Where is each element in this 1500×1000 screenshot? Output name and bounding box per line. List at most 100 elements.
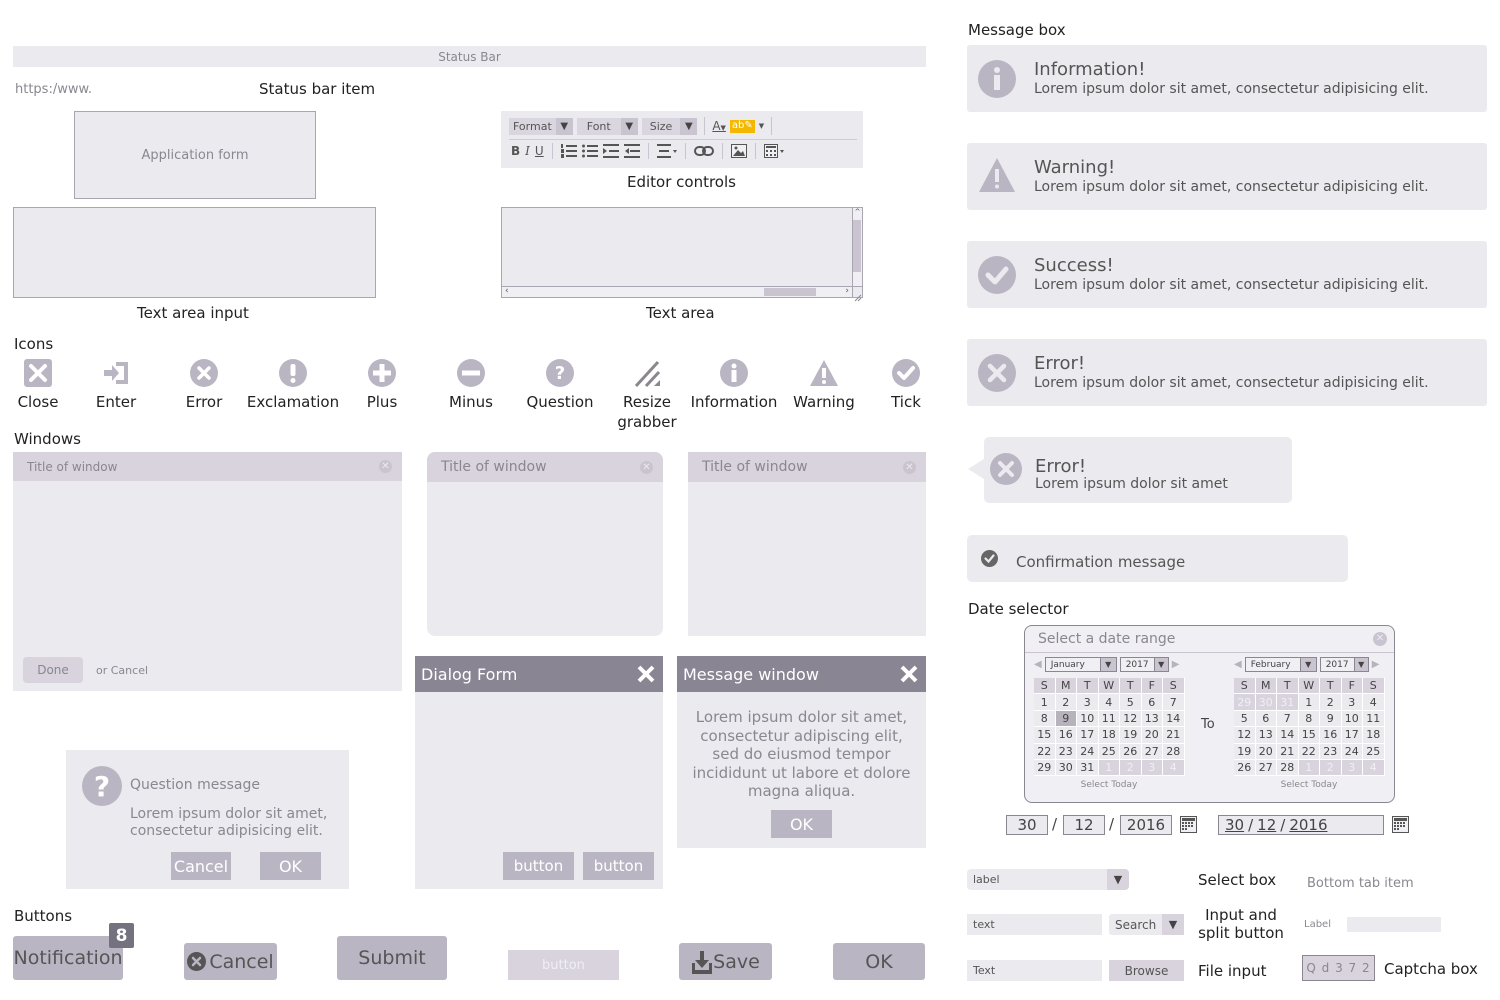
highlight-icon[interactable]: ab✎ [729, 119, 755, 133]
file-input-field[interactable]: Text [967, 960, 1102, 981]
clear-icon[interactable]: ✕ [1373, 632, 1387, 646]
calendar-day[interactable]: 21 [1277, 743, 1299, 760]
year-select[interactable]: 2017 ▼ [1119, 657, 1169, 672]
bottom-tab-item[interactable]: Bottom tab item [1307, 876, 1414, 891]
calendar-day[interactable]: 8 [1034, 710, 1056, 728]
calendar-day-selected[interactable]: 9 [1055, 710, 1077, 728]
calendar-day[interactable]: 17 [1077, 727, 1099, 744]
combined-date-field[interactable]: 30/ 12/ 2016 [1218, 815, 1384, 835]
labeled-input[interactable] [1347, 917, 1441, 932]
calendar-day[interactable]: 29 [1034, 759, 1056, 777]
resize-grabber-icon[interactable] [852, 286, 862, 302]
calendar-day[interactable]: 15 [1034, 727, 1056, 744]
calendar-day[interactable]: 6 [1255, 710, 1277, 728]
italic-button[interactable]: I [525, 144, 530, 158]
calendar-day[interactable]: 22 [1034, 743, 1056, 760]
calendar-day-other-month[interactable]: 4 [1163, 759, 1185, 777]
select-today-link[interactable]: Select Today [1234, 780, 1384, 790]
bold-button[interactable]: B [511, 144, 520, 158]
scroll-left-icon[interactable]: ‹ [505, 286, 509, 296]
calendar-day[interactable]: 28 [1163, 743, 1185, 760]
calendar-day[interactable]: 19 [1234, 743, 1256, 760]
calendar-day[interactable]: 20 [1141, 727, 1163, 744]
ok-button[interactable]: OK [833, 943, 925, 980]
window-title-bar[interactable]: Title of window ✕ [427, 452, 663, 482]
window-title-bar[interactable]: Title of window ✕ [688, 452, 926, 482]
calendar-day[interactable]: 28 [1277, 759, 1299, 777]
select-today-link[interactable]: Select Today [1034, 780, 1184, 790]
dialog-button-1[interactable]: button [503, 852, 574, 880]
window-title-bar[interactable]: Title of window ✕ [13, 452, 402, 481]
calendar-day[interactable]: 11 [1363, 710, 1385, 728]
table-icon[interactable] [763, 144, 784, 158]
calendar-day-other-month[interactable]: 31 [1277, 694, 1299, 711]
calendar-day[interactable]: 13 [1141, 710, 1163, 728]
save-button[interactable]: Save [679, 943, 772, 980]
calendar-day[interactable]: 15 [1298, 727, 1320, 744]
calendar-day[interactable]: 3 [1077, 694, 1099, 711]
calendar-day[interactable]: 5 [1120, 694, 1142, 711]
scroll-right-icon[interactable]: › [845, 286, 849, 296]
calendar-day[interactable]: 7 [1277, 710, 1299, 728]
cancel-link[interactable]: or Cancel [96, 664, 148, 677]
year-select[interactable]: 2017 ▼ [1319, 657, 1369, 672]
calendar-day[interactable]: 2 [1320, 694, 1342, 711]
calendar-day[interactable]: 24 [1341, 743, 1363, 760]
calendar-day[interactable]: 25 [1098, 743, 1120, 760]
calendar-day[interactable]: 7 [1163, 694, 1185, 711]
format-dropdown[interactable]: Format ▼ [509, 117, 573, 135]
calendar-day[interactable]: 4 [1098, 694, 1120, 711]
search-split-button[interactable]: Search ▼ [1109, 914, 1184, 935]
bullet-list-icon[interactable] [581, 144, 598, 158]
calendar-day-other-month[interactable]: 4 [1363, 759, 1385, 777]
date-range-input[interactable]: Select a date range [1038, 631, 1175, 647]
calendar-day[interactable]: 5 [1234, 710, 1256, 728]
status-bar-url[interactable]: https:/www. [15, 82, 92, 97]
calendar-day[interactable]: 30 [1055, 759, 1077, 777]
calendar-day[interactable]: 17 [1341, 727, 1363, 744]
calendar-day[interactable]: 4 [1363, 694, 1385, 711]
calendar-day[interactable]: 10 [1077, 710, 1099, 728]
prev-month-icon[interactable]: ◀ [1034, 659, 1042, 670]
calendar-day-other-month[interactable]: 30 [1255, 694, 1277, 711]
message-window-title-bar[interactable]: Message window [677, 656, 926, 692]
calendar-day[interactable]: 23 [1055, 743, 1077, 760]
scroll-up-icon[interactable]: ^ [853, 208, 862, 216]
calendar-day[interactable]: 10 [1341, 710, 1363, 728]
browse-button[interactable]: Browse [1109, 960, 1184, 981]
calendar-day[interactable]: 1 [1034, 694, 1056, 711]
calendar-day[interactable]: 27 [1141, 743, 1163, 760]
calendar-day[interactable]: 16 [1320, 727, 1342, 744]
image-icon[interactable] [730, 144, 747, 158]
calendar-day[interactable]: 18 [1098, 727, 1120, 744]
dialog-title-bar[interactable]: Dialog Form [415, 656, 663, 692]
calendar-day[interactable]: 12 [1234, 727, 1256, 744]
text-area[interactable]: ^ ‹ › [501, 207, 863, 302]
month-field[interactable]: 12 [1063, 815, 1105, 835]
calendar-day-other-month[interactable]: 3 [1141, 759, 1163, 777]
calendar-day[interactable]: 19 [1120, 727, 1142, 744]
calendar-day[interactable]: 26 [1120, 743, 1142, 760]
link-icon[interactable] [693, 145, 714, 157]
calendar-day[interactable]: 22 [1298, 743, 1320, 760]
calendar-day[interactable]: 16 [1055, 727, 1077, 744]
cancel-button[interactable]: Cancel [184, 943, 277, 980]
calendar-day[interactable]: 13 [1255, 727, 1277, 744]
month-select[interactable]: January ▼ [1044, 657, 1117, 672]
ordered-list-icon[interactable] [560, 144, 577, 158]
calendar-day[interactable]: 12 [1120, 710, 1142, 728]
calendar-day[interactable]: 11 [1098, 710, 1120, 728]
close-icon[interactable]: ✕ [379, 460, 392, 473]
next-month-icon[interactable]: ▶ [1372, 659, 1380, 670]
close-icon[interactable] [900, 665, 918, 683]
day-field[interactable]: 30 [1006, 815, 1048, 835]
submit-button[interactable]: Submit [337, 936, 447, 980]
calendar-day[interactable]: 26 [1234, 759, 1256, 777]
calendar-day[interactable]: 3 [1341, 694, 1363, 711]
text-input[interactable]: text [967, 914, 1102, 935]
size-dropdown[interactable]: Size ▼ [641, 117, 698, 135]
dialog-button-2[interactable]: button [583, 852, 654, 880]
font-dropdown[interactable]: Font ▼ [576, 117, 638, 135]
prev-month-icon[interactable]: ◀ [1234, 659, 1242, 670]
calendar-day-other-month[interactable]: 2 [1320, 759, 1342, 777]
